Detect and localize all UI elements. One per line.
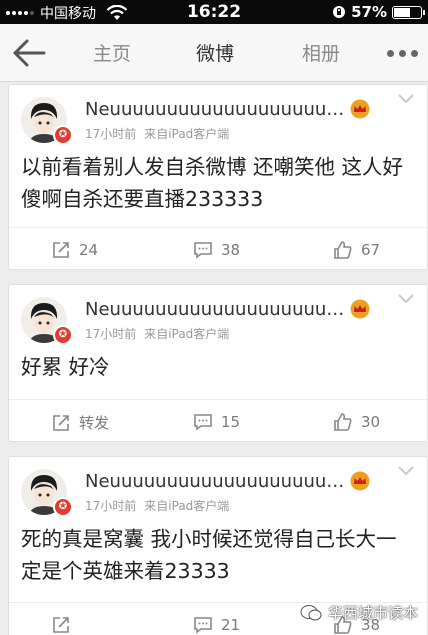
comment-count: 38 [221,241,241,259]
watermark: 华西城市读本 [300,602,418,623]
post-meta: 17小时前 来自iPad客户端 [85,325,229,342]
chevron-down-icon[interactable] [397,293,415,305]
chevron-down-icon[interactable] [397,93,415,105]
repost-button[interactable]: 24 [51,240,98,260]
vip-badge-icon: ✪ [53,325,73,345]
like-count: 30 [361,413,381,431]
repost-button[interactable] [51,615,79,635]
crown-icon [350,299,370,319]
more-menu-icon[interactable] [387,50,418,57]
status-bar: 中国移动 16:22 57% [0,0,428,24]
post-card[interactable]: ✪ Neuuuuuuuuuuuuuuuuuuuuu... 17小时前 来自iPad… [8,84,428,270]
post-source: 来自iPad客户端 [144,127,230,141]
post-text: 以前看着别人发自杀微博 还嘲笑他 这人好傻啊自杀还要直播233333 [21,155,404,211]
crown-icon [350,471,370,491]
repost-button[interactable]: 转发 [51,412,109,433]
post-time: 17小时前 [85,127,137,141]
thumbs-up-icon [334,241,352,259]
comment-button[interactable]: 38 [193,240,240,260]
post-time: 17小时前 [85,327,137,341]
rotation-lock-icon [333,6,346,18]
tab-weibo[interactable]: 微博 [196,39,234,66]
crown-icon [350,99,370,119]
wechat-icon [300,604,322,620]
comment-count: 21 [221,616,241,634]
repost-icon [53,617,69,633]
post-card[interactable]: ✪ Neuuuuuuuuuuuuuuuuuuuuu... 17小时前 来自iPad… [8,284,428,442]
username[interactable]: Neuuuuuuuuuuuuuuuuuuuuu... [85,299,347,320]
vip-badge-icon: ✪ [53,125,73,145]
repost-icon [53,242,69,258]
post-text: 好累 好冷 [21,355,110,379]
tab-home[interactable]: 主页 [93,39,131,66]
like-button[interactable]: 67 [333,240,380,260]
comment-icon [194,414,212,431]
chevron-down-icon[interactable] [397,465,415,477]
post-text: 死的真是窝囊 我小时候还觉得自己长大一定是个英雄来着23333 [21,527,397,583]
back-arrow-icon[interactable] [12,38,46,68]
post-meta: 17小时前 来自iPad客户端 [85,497,229,514]
repost-count: 24 [79,241,99,259]
vip-badge-icon: ✪ [53,497,73,517]
comment-icon [194,242,212,259]
post-source: 来自iPad客户端 [144,327,230,341]
watermark-text: 华西城市读本 [327,604,418,622]
comment-icon [194,617,212,634]
post-actions: 24 38 67 [9,227,427,271]
tab-album[interactable]: 相册 [302,39,340,66]
like-button[interactable]: 30 [333,412,380,432]
username[interactable]: Neuuuuuuuuuuuuuuuuuuuuu... [85,99,347,120]
post-actions: 转发 15 30 [9,399,427,443]
post-time: 17小时前 [85,499,137,513]
battery-icon [392,5,425,19]
comment-count: 15 [221,413,241,431]
comment-button[interactable]: 21 [193,615,240,635]
battery-percent: 57% [351,3,387,21]
username[interactable]: Neuuuuuuuuuuuuuuuuuuuuu... [85,471,347,492]
post-source: 来自iPad客户端 [144,499,230,513]
top-nav: 主页 微博 相册 [0,24,428,82]
thumbs-up-icon [334,413,352,431]
like-count: 67 [361,241,381,259]
repost-icon [53,414,69,431]
post-meta: 17小时前 来自iPad客户端 [85,125,229,142]
repost-label: 转发 [79,414,110,432]
comment-button[interactable]: 15 [193,412,240,432]
